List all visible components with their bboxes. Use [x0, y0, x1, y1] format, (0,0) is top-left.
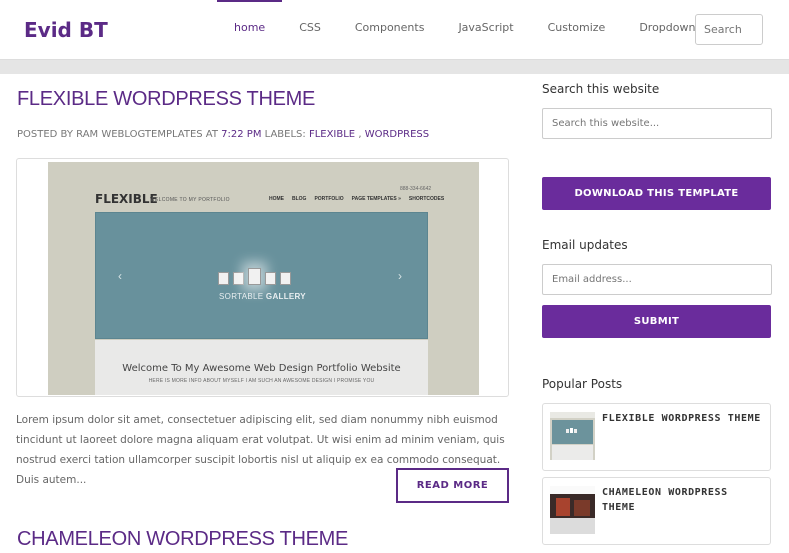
site-logo[interactable]: Evid BT	[24, 18, 108, 42]
post-author: POSTED BY RAM WEBLOGTEMPLATES AT	[17, 129, 218, 140]
gallery-thumb-icon	[233, 272, 244, 285]
preview-slider: ‹ › SORTABLE GALLERY	[95, 212, 428, 339]
labels-prefix: LABELS:	[264, 129, 306, 140]
nav-item-label: JavaScript	[458, 21, 514, 34]
popular-post-title[interactable]: FLEXIBLE WORDPRESS THEME	[602, 411, 762, 426]
slider-caption: SORTABLE GALLERY	[96, 292, 429, 301]
post-title-link[interactable]: CHAMELEON WORDPRESS THEME	[17, 528, 348, 551]
preview-subtext: HERE IS MORE INFO ABOUT MYSELF I AM SUCH…	[148, 378, 375, 384]
nav-item-customize[interactable]: Customize	[531, 0, 623, 60]
preview-nav-item: BLOG	[292, 196, 307, 202]
nav-item-javascript[interactable]: JavaScript	[441, 0, 530, 60]
preview-nav-item: SHORTCODES	[408, 196, 445, 202]
popular-posts-heading: Popular Posts	[542, 377, 623, 391]
gallery-thumb-icon	[218, 272, 229, 285]
nav-item-label: home	[234, 21, 266, 34]
label-link[interactable]: WORDPRESS	[365, 129, 429, 140]
chevron-right-icon: ›	[398, 269, 402, 283]
sidebar-search-input[interactable]	[542, 108, 772, 139]
nav-item-home[interactable]: home	[217, 0, 283, 60]
email-field[interactable]	[542, 264, 772, 295]
preview-phone: 888-334-6642	[400, 186, 432, 192]
nav-item-label: Components	[354, 21, 425, 34]
gallery-thumb-icon	[248, 268, 261, 285]
preview-tagline: WELCOME TO MY PORTFOLIO	[150, 197, 230, 203]
nav-item-label: CSS	[299, 21, 321, 34]
nav-item-css[interactable]: CSS	[282, 0, 338, 60]
popular-post-item[interactable]: FLEXIBLE WORDPRESS THEME	[542, 403, 771, 471]
download-template-button[interactable]: DOWNLOAD THIS TEMPLATE	[542, 177, 771, 210]
header-search-input[interactable]	[695, 14, 763, 45]
gallery-thumb-icon	[265, 272, 276, 285]
gallery-icons	[218, 268, 291, 285]
preview-nav-item: PORTFOLIO	[314, 196, 344, 202]
popular-post-thumbnail	[550, 486, 595, 534]
post-time-link[interactable]: 7:22 PM	[221, 129, 261, 140]
popular-post-title[interactable]: CHAMELEON WORDPRESS THEME	[602, 485, 762, 515]
label-separator: ,	[355, 129, 365, 140]
nav-item-label: Customize	[547, 21, 606, 34]
slider-caption-light: SORTABLE	[219, 292, 264, 301]
preview-welcome: Welcome To My Awesome Web Design Portfol…	[122, 363, 401, 374]
sidebar-search-heading: Search this website	[542, 82, 660, 96]
email-updates-heading: Email updates	[542, 238, 628, 252]
preview-nav: HOME BLOG PORTFOLIO PAGE TEMPLATES » SHO…	[269, 196, 444, 202]
preview-logo: FLEXIBLE	[95, 192, 158, 206]
preview-nav-item: PAGE TEMPLATES »	[351, 196, 401, 202]
content-area: FLEXIBLE WORDPRESS THEME POSTED BY RAM W…	[0, 74, 789, 553]
post-thumbnail[interactable]: FLEXIBLE WELCOME TO MY PORTFOLIO 888-334…	[16, 158, 509, 397]
nav-item-label: Dropdown	[639, 21, 696, 34]
popular-post-item[interactable]: CHAMELEON WORDPRESS THEME	[542, 477, 771, 545]
nav-item-components[interactable]: Components	[338, 0, 442, 60]
slider-caption-bold: GALLERY	[265, 292, 306, 301]
preview-welcome-area: Welcome To My Awesome Web Design Portfol…	[95, 340, 428, 395]
submit-button[interactable]: SUBMIT	[542, 305, 771, 338]
preview-nav-item: HOME	[269, 196, 284, 202]
popular-post-thumbnail	[550, 412, 595, 460]
main-nav: home CSS Components JavaScript Customize…	[217, 0, 722, 60]
chevron-left-icon: ‹	[118, 269, 122, 283]
post-meta: POSTED BY RAM WEBLOGTEMPLATES AT 7:22 PM…	[17, 129, 429, 140]
site-header: Evid BT home CSS Components JavaScript C…	[0, 0, 789, 60]
theme-preview-image: FLEXIBLE WELCOME TO MY PORTFOLIO 888-334…	[48, 162, 479, 395]
post-title-link[interactable]: FLEXIBLE WORDPRESS THEME	[17, 88, 315, 111]
label-link[interactable]: FLEXIBLE	[309, 129, 355, 140]
gallery-thumb-icon	[280, 272, 291, 285]
read-more-button[interactable]: READ MORE	[396, 468, 509, 503]
